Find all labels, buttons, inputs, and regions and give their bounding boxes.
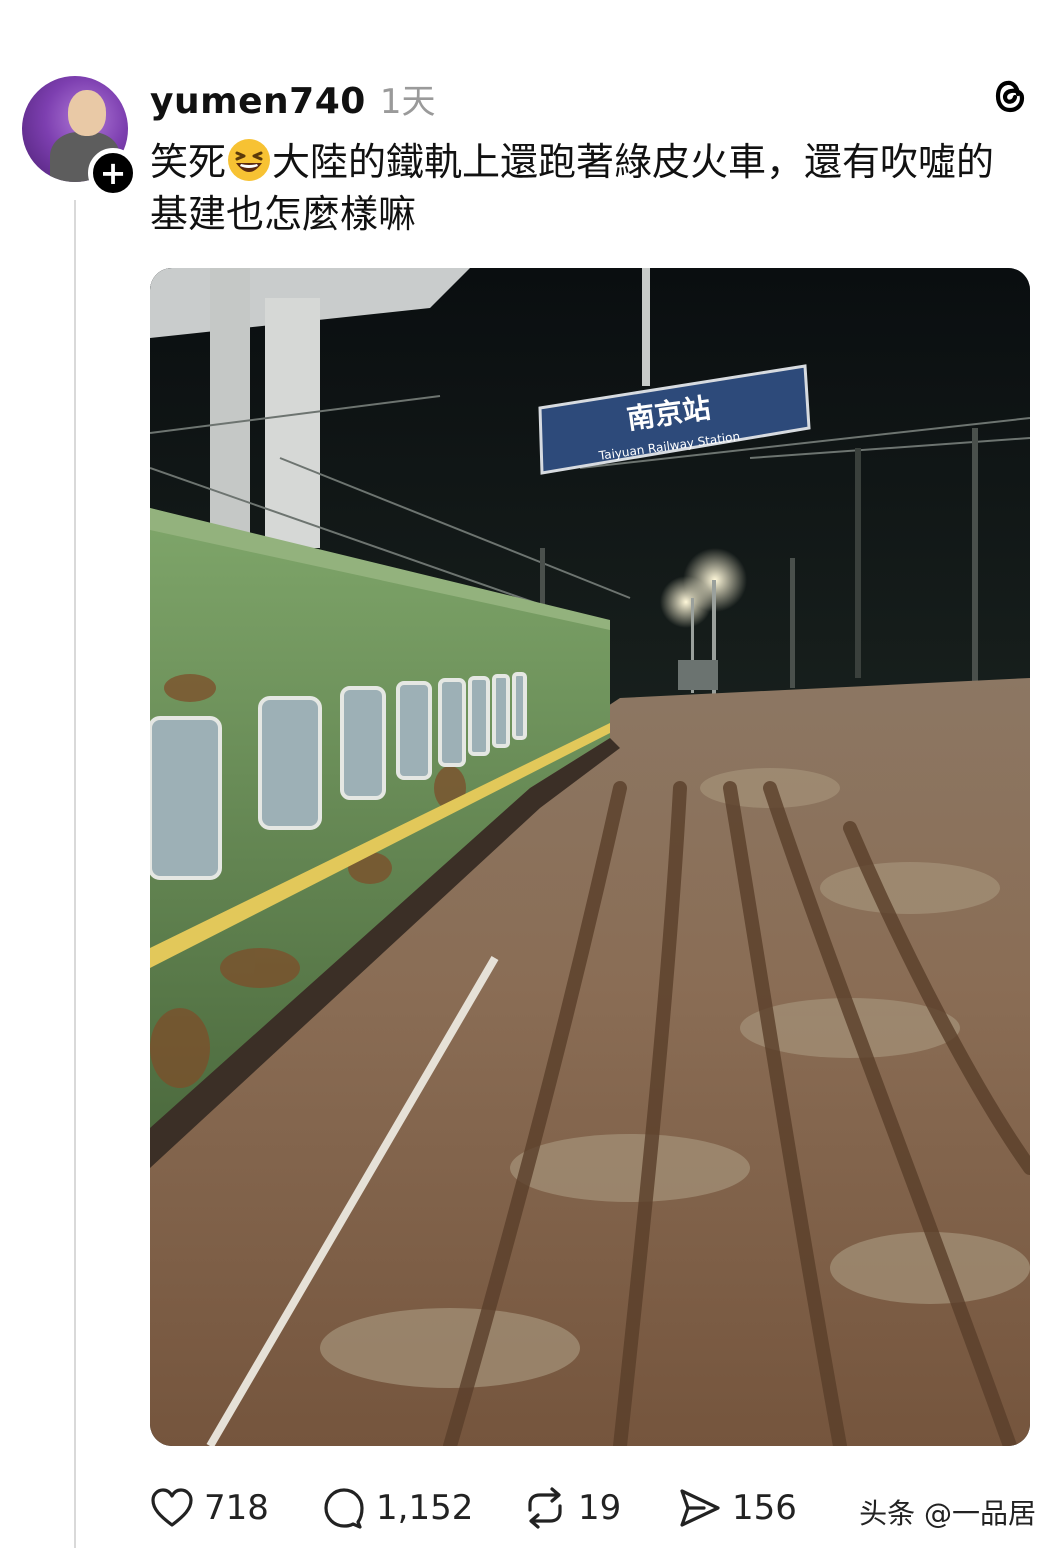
thread-line bbox=[74, 200, 76, 1548]
watermark: 头条 @一品居 bbox=[859, 1497, 1036, 1530]
muddy-station-photo: 南京站 Taiyuan Railway Station bbox=[150, 268, 1030, 1446]
post-text: 笑死 大陸的鐵軌上還跑著綠皮火車，還有吹噓的基建也怎麼樣嘛 bbox=[150, 136, 1030, 240]
like-count: 718 bbox=[204, 1488, 269, 1528]
repost-count: 19 bbox=[578, 1488, 622, 1528]
share-count: 156 bbox=[732, 1488, 797, 1528]
post-text-start: 笑死 bbox=[150, 140, 227, 184]
share-icon bbox=[680, 1489, 720, 1527]
laughing-face-emoji-icon bbox=[228, 139, 271, 181]
username[interactable]: yumen740 bbox=[150, 81, 366, 122]
comment-icon bbox=[324, 1488, 364, 1529]
post-header: yumen740 1天 bbox=[150, 74, 435, 122]
post-time: 1天 bbox=[379, 82, 436, 122]
heart-icon bbox=[151, 1488, 193, 1527]
comment-button[interactable]: 1,152 bbox=[322, 1480, 473, 1536]
threads-logo-icon[interactable] bbox=[988, 74, 1032, 118]
share-button[interactable]: 156 bbox=[678, 1480, 797, 1536]
like-button[interactable]: 718 bbox=[150, 1480, 269, 1536]
repost-icon bbox=[528, 1487, 562, 1529]
post-text-rest: 大陸的鐵軌上還跑著綠皮火車，還有吹噓的基建也怎麼樣嘛 bbox=[150, 140, 995, 236]
follow-plus-icon[interactable]: + bbox=[88, 148, 138, 198]
repost-button[interactable]: 19 bbox=[522, 1480, 621, 1536]
comment-count: 1,152 bbox=[376, 1488, 474, 1528]
post-photo[interactable]: 南京站 Taiyuan Railway Station bbox=[150, 268, 1030, 1446]
